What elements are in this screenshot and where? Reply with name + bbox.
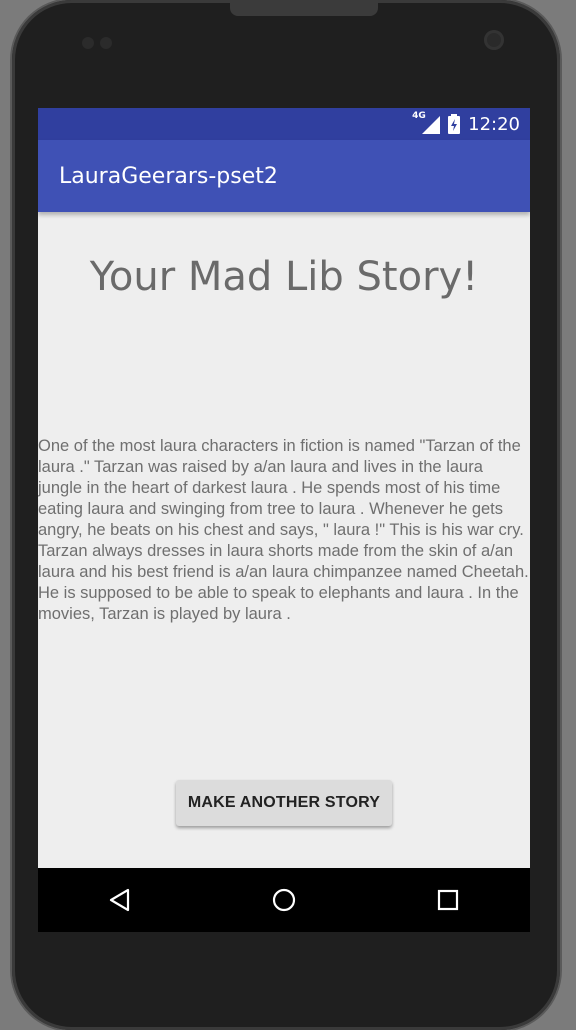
app-title: LauraGeerars-pset2: [59, 163, 278, 189]
home-button[interactable]: [254, 870, 314, 930]
sensor-dots: [82, 34, 118, 53]
navigation-bar: [38, 868, 530, 932]
back-icon: [109, 888, 130, 912]
battery-icon: [448, 114, 461, 134]
recents-button[interactable]: [418, 870, 478, 930]
recents-icon: [437, 889, 459, 911]
screen: 4G 12:20 LauraGeerars-pset2 Your Mad Lib…: [38, 108, 530, 932]
app-bar: LauraGeerars-pset2: [38, 140, 530, 212]
status-bar: 4G 12:20: [38, 108, 530, 140]
story-text: One of the most laura characters in fict…: [38, 437, 529, 623]
signal-icon: 4G: [412, 111, 441, 134]
page-title: Your Mad Lib Story!: [89, 254, 479, 300]
speaker-grille: [230, 0, 378, 16]
back-button[interactable]: [90, 870, 150, 930]
clock: 12:20: [468, 113, 520, 135]
make-another-story-button[interactable]: MAKE ANOTHER STORY: [176, 780, 392, 826]
front-camera: [484, 30, 504, 50]
home-icon: [272, 888, 296, 912]
